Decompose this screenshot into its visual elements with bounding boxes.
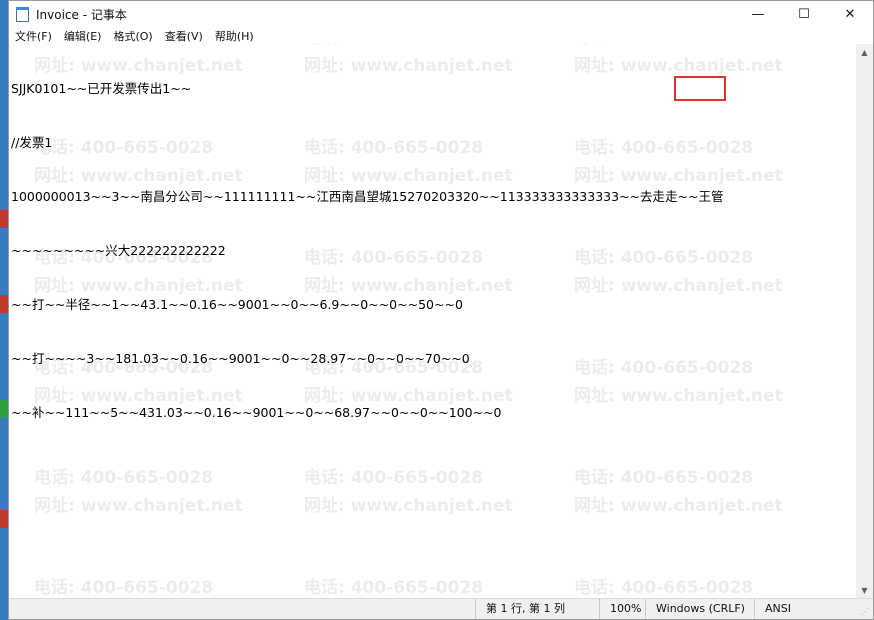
desktop-icons-strip: [0, 200, 8, 620]
watermark-phone: 电话: 400-665-0028: [304, 578, 484, 598]
notepad-icon: [15, 7, 29, 22]
maximize-button[interactable]: ☐: [781, 1, 827, 27]
scroll-down-arrow-icon[interactable]: ▼: [856, 582, 873, 599]
menu-bar: 文件(F) 编辑(E) 格式(O) 查看(V) 帮助(H): [9, 27, 873, 44]
watermark-phone: 电话: 400-665-0028: [34, 578, 214, 598]
scroll-up-arrow-icon[interactable]: ▲: [856, 44, 873, 61]
close-button[interactable]: ✕: [827, 1, 873, 27]
text-editor[interactable]: 电话: 400-665-0028 电话: 400-665-0028 电话: 40…: [9, 44, 856, 599]
watermark-phone: 电话: 400-665-0028: [304, 468, 484, 488]
watermark-phone: 电话: 400-665-0028: [574, 468, 754, 488]
watermark-site: 网址: www.chanjet.net: [574, 496, 783, 516]
minimize-button[interactable]: —: [735, 1, 781, 27]
menu-edit[interactable]: 编辑(E): [58, 28, 108, 44]
text-line: 1000000013~~3~~南昌分公司~~111111111~~江西南昌望城1…: [11, 189, 724, 204]
status-encoding: ANSI: [754, 599, 825, 619]
watermark-phone: 电话: 400-665-0028: [574, 578, 754, 598]
text-line: ~~~~~~~~~兴大222222222222: [11, 243, 226, 258]
highlight-annotation: [674, 76, 726, 101]
text-line: //发票1: [11, 135, 53, 150]
watermark-site: 网址: www.chanjet.net: [304, 496, 513, 516]
text-line: ~~补~~111~~5~~431.03~~0.16~~9001~~0~~68.9…: [11, 405, 502, 420]
menu-file[interactable]: 文件(F): [9, 28, 58, 44]
menu-view[interactable]: 查看(V): [159, 28, 209, 44]
text-line: ~~打~~半径~~1~~43.1~~0.16~~9001~~0~~6.9~~0~…: [11, 297, 463, 312]
status-bar: 第 1 行, 第 1 列 100% Windows (CRLF) ANSI ⋰: [9, 598, 873, 619]
status-zoom: 100%: [599, 599, 650, 619]
resize-grip-icon[interactable]: ⋰: [861, 607, 871, 617]
document-text[interactable]: SJJK0101~~已开发票传出1~~ //发票1 1000000013~~3~…: [11, 44, 723, 458]
status-position: 第 1 行, 第 1 列: [475, 599, 606, 619]
vertical-scrollbar[interactable]: ▲ ▼: [856, 44, 873, 599]
text-line: ~~打~~~~3~~181.03~~0.16~~9001~~0~~28.97~~…: [11, 351, 470, 366]
window-controls: — ☐ ✕: [735, 1, 873, 27]
title-bar[interactable]: Invoice - 记事本 — ☐ ✕: [9, 1, 873, 27]
menu-help[interactable]: 帮助(H): [209, 28, 260, 44]
watermark-phone: 电话: 400-665-0028: [34, 468, 214, 488]
status-line-ending: Windows (CRLF): [645, 599, 756, 619]
window-title: Invoice - 记事本: [36, 7, 127, 22]
notepad-window: Invoice - 记事本 — ☐ ✕ 文件(F) 编辑(E) 格式(O) 查看…: [8, 0, 874, 620]
watermark-site: 网址: www.chanjet.net: [34, 496, 243, 516]
text-line: SJJK0101~~已开发票传出1~~: [11, 81, 192, 96]
menu-format[interactable]: 格式(O): [107, 28, 158, 44]
